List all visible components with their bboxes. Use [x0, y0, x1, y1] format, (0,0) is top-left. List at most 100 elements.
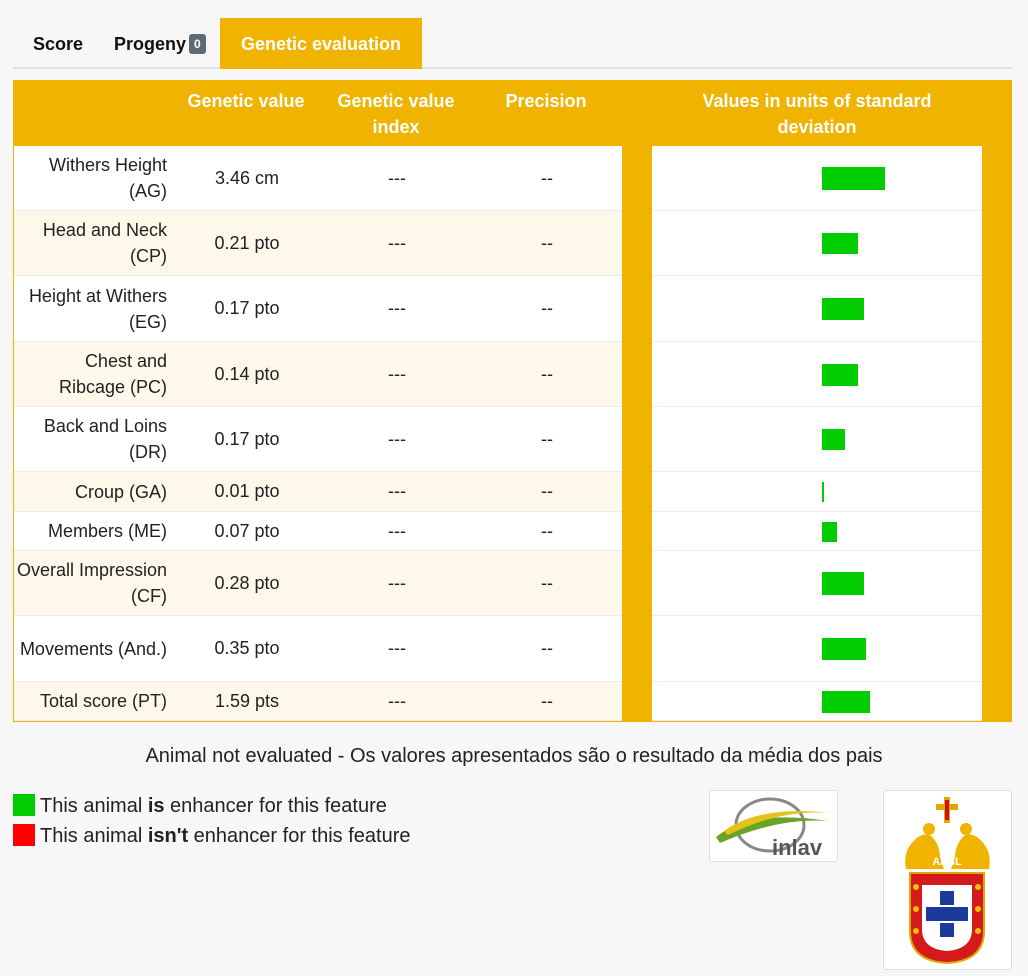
header-precision: Precision — [505, 91, 587, 111]
row-label: Croup (GA) — [74, 481, 167, 502]
sd-row — [652, 211, 982, 276]
genetic-value-cell: 0.14 pto — [214, 363, 280, 384]
genetic-index-cell: --- — [388, 572, 406, 593]
legend-enhancer-bold: is — [147, 795, 165, 817]
legend-enhancer-post: enhancer for this feature — [164, 795, 387, 817]
legend-not-enhancer-bold: isn't — [147, 825, 189, 847]
apsl-logo-graphic: APSL — [905, 797, 990, 965]
row-label: Movements (And.) — [19, 638, 167, 659]
apsl-wordmark: APSL — [932, 856, 962, 868]
row-label: Chest and Ribcage (PC) — [58, 351, 167, 397]
header-sd-values: Values in units of standard deviation — [702, 91, 932, 137]
inlav-logo-graphic: inlav — [716, 797, 830, 860]
table-body: Withers Height (AG) 3.46 cm --- -- Head and … — [14, 146, 622, 721]
genetic-value-cell: 0.17 pto — [214, 298, 280, 318]
table-row: Total score (PT) 1.59 pts --- -- — [14, 682, 622, 721]
tab-progeny-label: Progeny — [114, 34, 187, 54]
sd-bar — [822, 482, 824, 502]
genetic-index-cell: --- — [388, 520, 406, 541]
row-label: Overall Impression (CF) — [16, 560, 167, 606]
genetic-index-cell: --- — [388, 690, 406, 711]
row-label: Members (ME) — [47, 521, 167, 541]
sd-row — [652, 512, 982, 551]
legend-enhancer: This animal is enhancer for this feature — [13, 794, 387, 818]
sd-row — [652, 616, 982, 682]
table-row: Overall Impression (CF) 0.28 pto --- -- — [14, 551, 622, 616]
sd-bar — [822, 572, 864, 595]
precision-cell: -- — [541, 167, 553, 188]
genetic-index-cell: --- — [388, 638, 406, 658]
legend-not-enhancer-post: enhancer for this feature — [188, 825, 411, 847]
precision-cell: -- — [541, 481, 553, 501]
row-label: Height at Withers (EG) — [28, 285, 167, 332]
precision-cell: -- — [541, 232, 553, 253]
genetic-index-cell: --- — [388, 232, 406, 253]
legend-enhancer-pre: This animal — [40, 795, 148, 817]
table-row: Withers Height (AG) 3.46 cm --- -- — [14, 146, 622, 211]
sd-bar — [822, 691, 870, 713]
row-label: Withers Height (AG) — [48, 155, 167, 201]
table-row: Members (ME) 0.07 pto --- -- — [14, 512, 622, 551]
sd-row — [652, 146, 982, 211]
genetic-evaluation-table: Genetic value Genetic value index Precis… — [13, 80, 1012, 722]
table-row: Head and Neck (CP) 0.21 pto --- -- — [14, 211, 622, 276]
precision-cell: -- — [541, 298, 553, 318]
genetic-value-cell: 0.01 pto — [214, 481, 280, 501]
table-row: Back and Loins (DR) 0.17 pto --- -- — [14, 407, 622, 472]
tab-score[interactable]: Score — [33, 18, 83, 69]
row-label: Total score (PT) — [39, 691, 167, 711]
sd-row — [652, 276, 982, 342]
sd-row — [652, 682, 982, 721]
genetic-value-cell: 3.46 cm — [214, 167, 280, 188]
genetic-value-cell: 0.21 pto — [214, 232, 280, 253]
inlav-wordmark: inlav — [772, 835, 823, 860]
sd-bar — [822, 167, 885, 190]
apsl-logo[interactable]: APSL — [883, 790, 1012, 970]
precision-cell: -- — [541, 363, 553, 384]
precision-cell: -- — [541, 690, 553, 711]
sd-row — [652, 342, 982, 407]
sd-bar — [822, 522, 837, 542]
sd-bar — [822, 429, 845, 450]
genetic-value-cell: 0.28 pto — [214, 572, 280, 593]
header-genetic-value-index: Genetic value index — [337, 91, 455, 137]
tab-progeny[interactable]: Progeny 0 — [114, 18, 206, 69]
tab-bar: Score Progeny 0 Genetic evaluation — [13, 18, 1012, 69]
table-row: Chest and Ribcage (PC) 0.14 pto --- -- — [14, 342, 622, 407]
sd-bar-column — [652, 146, 982, 721]
table-row: Croup (GA) 0.01 pto --- -- — [14, 472, 622, 512]
tab-genetic-evaluation[interactable]: Genetic evaluation — [220, 18, 423, 69]
sd-bar — [822, 298, 864, 320]
genetic-value-cell: 1.59 pts — [214, 690, 280, 711]
genetic-value-cell: 0.35 pto — [214, 638, 280, 658]
precision-cell: -- — [541, 638, 553, 658]
legend-green-swatch — [13, 794, 35, 816]
table-row: Movements (And.) 0.35 pto --- -- — [14, 616, 622, 682]
sd-bar — [822, 364, 858, 386]
sd-bar — [822, 638, 866, 660]
evaluation-note: Animal not evaluated - Os valores aprese… — [145, 745, 883, 767]
inlav-logo[interactable]: inlav — [709, 790, 838, 862]
genetic-index-cell: --- — [388, 298, 406, 318]
legend-not-enhancer-pre: This animal — [40, 825, 148, 847]
genetic-value-cell: 0.07 pto — [214, 520, 280, 541]
sd-row — [652, 407, 982, 472]
genetic-index-cell: --- — [388, 167, 406, 188]
row-label: Head and Neck (CP) — [42, 220, 167, 266]
precision-cell: -- — [541, 428, 553, 449]
sd-bar — [822, 233, 858, 254]
genetic-index-cell: --- — [388, 428, 406, 449]
header-genetic-value: Genetic value — [187, 91, 305, 111]
table-row: Height at Withers (EG) 0.17 pto --- -- — [14, 276, 622, 342]
genetic-index-cell: --- — [388, 481, 406, 501]
legend-not-enhancer: This animal isn't enhancer for this feat… — [13, 824, 410, 848]
sd-row — [652, 551, 982, 616]
genetic-index-cell: --- — [388, 363, 406, 384]
precision-cell: -- — [541, 572, 553, 593]
genetic-value-cell: 0.17 pto — [214, 428, 280, 449]
precision-cell: -- — [541, 520, 553, 541]
row-label: Back and Loins (DR) — [43, 416, 167, 462]
progeny-count-badge: 0 — [189, 34, 206, 54]
sd-row — [652, 472, 982, 512]
legend-red-swatch — [13, 824, 35, 846]
